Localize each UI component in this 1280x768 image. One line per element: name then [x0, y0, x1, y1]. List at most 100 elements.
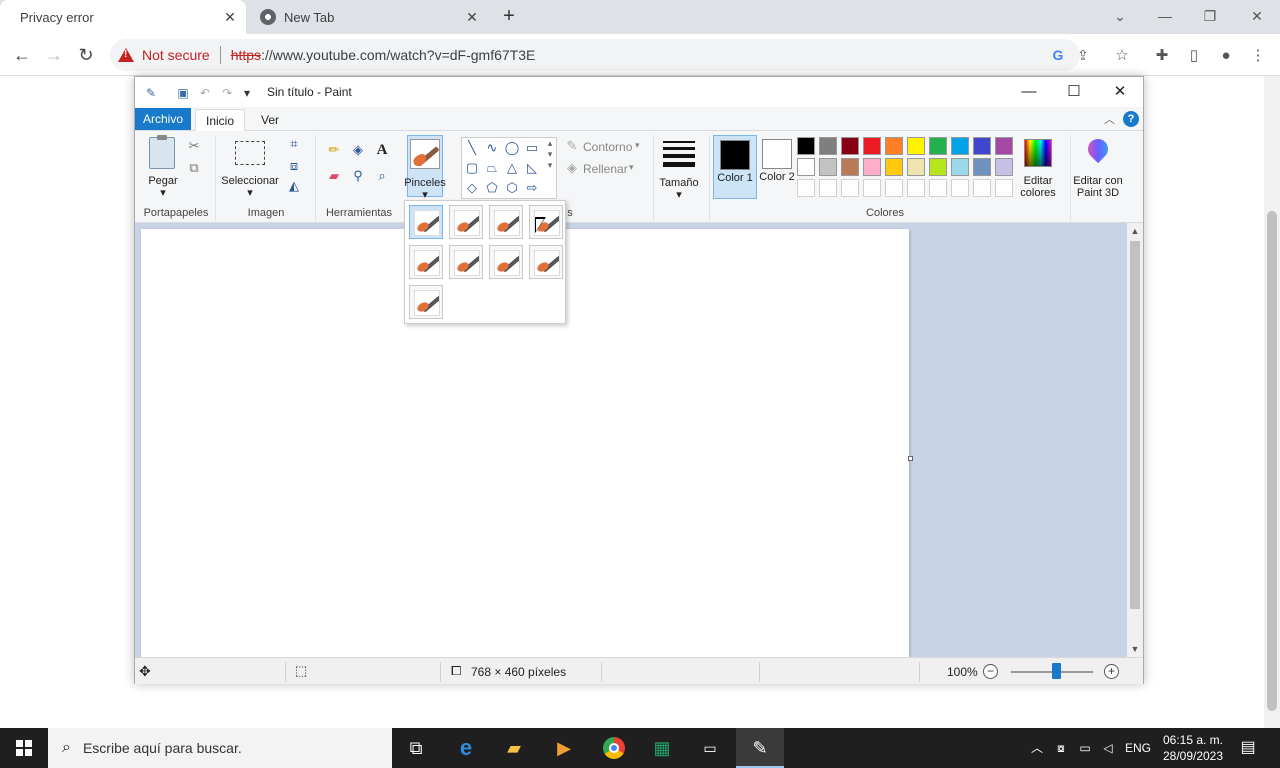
rotate-icon[interactable]: ◭ [285, 177, 303, 195]
diamond-shape-icon[interactable]: ◇ [464, 180, 480, 196]
color-picker-icon[interactable]: ⚲ [349, 167, 367, 185]
copy-icon[interactable]: ⧉ [185, 159, 203, 177]
chevron-down-icon[interactable]: ▾ [635, 140, 640, 151]
eraser-icon[interactable]: ▰ [325, 167, 343, 185]
palette-color[interactable] [995, 158, 1013, 176]
palette-color[interactable] [973, 137, 991, 155]
tab-archivo[interactable]: Archivo [135, 108, 191, 130]
customize-icon[interactable]: ▾ [239, 85, 255, 101]
brush-option-watercolor[interactable] [409, 285, 443, 319]
page-scrollbar[interactable] [1264, 76, 1280, 728]
close-icon[interactable]: ✕ [222, 9, 238, 25]
arrow-shape-icon[interactable]: ⇨ [524, 180, 540, 196]
palette-color[interactable] [951, 158, 969, 176]
outline-icon[interactable]: ✎ [563, 137, 581, 155]
curve-shape-icon[interactable]: ∿ [484, 140, 500, 156]
reload-icon[interactable]: ↻ [74, 43, 98, 67]
address-bar[interactable]: Not secure https ://www.youtube.com/watc… [110, 39, 1089, 71]
close-button[interactable]: ✕ [1105, 81, 1135, 103]
minimize-button[interactable]: — [1014, 81, 1044, 103]
size-button[interactable]: Tamaño [655, 177, 703, 189]
palette-color[interactable] [797, 158, 815, 176]
triangle-shape-icon[interactable]: △ [504, 160, 520, 176]
palette-custom-slot[interactable] [885, 179, 903, 197]
chevron-down-icon[interactable]: ▾ [629, 162, 634, 173]
system-clock[interactable]: 06:15 a. m. 28/09/2023 [1160, 732, 1226, 764]
canvas-scrollbar[interactable]: ▲ ▼ [1127, 223, 1143, 657]
terminal-icon[interactable]: ▭ [686, 728, 734, 768]
palette-color[interactable] [907, 158, 925, 176]
meet-now-icon[interactable]: ⧇ [1052, 728, 1070, 768]
color2-button[interactable]: Color 2 [755, 135, 799, 199]
network-icon[interactable]: ▭ [1075, 728, 1095, 768]
palette-color[interactable] [841, 137, 859, 155]
select-icon[interactable] [235, 141, 265, 165]
save-icon[interactable]: ▣ [175, 85, 191, 101]
palette-custom-slot[interactable] [995, 179, 1013, 197]
brush-option-oil[interactable] [409, 245, 443, 279]
back-icon[interactable]: ← [10, 43, 34, 67]
scroll-up-icon[interactable]: ▲ [1127, 223, 1143, 239]
zoom-out-button[interactable]: − [983, 664, 998, 679]
palette-custom-slot[interactable] [841, 179, 859, 197]
palette-custom-slot[interactable] [797, 179, 815, 197]
pencil-icon[interactable]: ✏ [325, 141, 343, 159]
show-hidden-icons-icon[interactable]: ︿ [1028, 728, 1046, 768]
select-button[interactable]: Seleccionar [219, 175, 281, 187]
paint3d-icon[interactable] [1085, 139, 1111, 167]
tab-new-tab[interactable]: New Tab ✕ [250, 0, 488, 34]
size-icon[interactable] [663, 141, 695, 167]
palette-custom-slot[interactable] [819, 179, 837, 197]
language-indicator[interactable]: ENG [1124, 728, 1152, 768]
palette-color[interactable] [907, 137, 925, 155]
rectangle-shape-icon[interactable]: ▭ [524, 140, 540, 156]
zoom-in-button[interactable]: + [1104, 664, 1119, 679]
polygon-shape-icon[interactable]: ⏢ [484, 160, 500, 176]
palette-color[interactable] [973, 158, 991, 176]
taskbar-search[interactable]: ⌕ Escribe aquí para buscar. [48, 728, 392, 768]
paint-taskbar-icon[interactable]: ✎ [736, 728, 784, 768]
zoom-slider-thumb[interactable] [1052, 663, 1062, 679]
file-explorer-icon[interactable]: ▰ [490, 728, 538, 768]
paste-icon[interactable] [149, 135, 175, 169]
palette-color[interactable] [929, 158, 947, 176]
cut-icon[interactable]: ✂ [185, 137, 203, 155]
brush-option-pencil[interactable] [529, 245, 563, 279]
palette-custom-slot[interactable] [951, 179, 969, 197]
brush-option-crayon[interactable] [449, 245, 483, 279]
edit-paint3d-button[interactable]: Editar con Paint 3D [1069, 175, 1127, 199]
palette-custom-slot[interactable] [929, 179, 947, 197]
outline-button[interactable]: Contorno [583, 140, 632, 154]
minimize-button[interactable]: — [1145, 4, 1185, 28]
start-button[interactable] [0, 728, 48, 768]
task-view-icon[interactable]: ⧉ [392, 728, 440, 768]
chevron-down-icon[interactable]: ▾ [141, 187, 185, 199]
text-icon[interactable]: A [373, 141, 391, 159]
palette-color[interactable] [797, 137, 815, 155]
paste-button[interactable]: Pegar [141, 175, 185, 187]
brush-option-marker[interactable] [489, 245, 523, 279]
palette-color[interactable] [885, 137, 903, 155]
canvas-resize-handle[interactable] [908, 456, 913, 461]
chrome-taskbar-icon[interactable] [590, 728, 638, 768]
fill-button[interactable]: Rellenar [583, 162, 628, 176]
magnifier-icon[interactable]: ⌕ [373, 167, 391, 185]
fill-icon[interactable]: ◈ [563, 159, 581, 177]
palette-color[interactable] [841, 158, 859, 176]
palette-custom-slot[interactable] [973, 179, 991, 197]
scroll-thumb[interactable] [1130, 241, 1140, 609]
resize-icon[interactable]: ⧈ [285, 157, 303, 175]
excel-icon[interactable]: ▦ [638, 728, 686, 768]
hexagon-shape-icon[interactable]: ⬡ [504, 180, 520, 196]
brush-option-calligraphy-2[interactable] [489, 205, 523, 239]
google-icon[interactable]: G [1050, 47, 1066, 63]
brush-option-brush[interactable] [409, 205, 443, 239]
restore-button[interactable]: ❐ [1190, 4, 1230, 28]
chevron-down-icon[interactable]: ▾ [219, 187, 281, 199]
palette-color[interactable] [819, 158, 837, 176]
palette-color[interactable] [885, 158, 903, 176]
forward-icon[interactable]: → [42, 43, 66, 67]
right-triangle-shape-icon[interactable]: ◺ [524, 160, 540, 176]
palette-custom-slot[interactable] [863, 179, 881, 197]
shapes-scroll[interactable]: ▴ ▾ ▾ [544, 138, 556, 200]
